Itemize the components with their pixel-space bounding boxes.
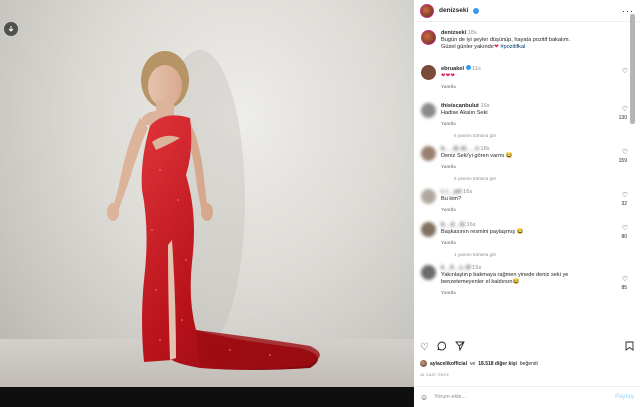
- reply-button[interactable]: Yanıtla: [441, 121, 612, 126]
- comment-avatar[interactable]: [421, 265, 436, 280]
- comment-time: 11s: [472, 66, 481, 72]
- comment-avatar[interactable]: [421, 103, 436, 118]
- comment-item: ebruakel 11s ❤❤❤ Yanıtla ♡: [414, 65, 634, 89]
- reply-button[interactable]: Yanıtla: [441, 207, 612, 212]
- like-count: 80: [621, 234, 627, 240]
- comment-username[interactable]: k__ll__c_ill: [441, 265, 471, 271]
- reply-button[interactable]: Yanıtla: [441, 164, 612, 169]
- comment-item: b__d__ki 16s Başkasının resmini paylaşmı…: [414, 222, 634, 245]
- heart-icon[interactable]: ♡: [622, 148, 628, 156]
- comment-time: 16s: [466, 222, 476, 228]
- comment-text: Bu kim?: [441, 196, 462, 202]
- caption-hashtag[interactable]: #pozitifkal: [500, 44, 525, 50]
- comment-username[interactable]: ebruakel: [441, 66, 464, 72]
- comment-text: Yakınlaştırıp bakmaya rağmen yinede deni…: [441, 272, 569, 285]
- likes-suffix: beğendi: [519, 360, 538, 367]
- bookmark-icon[interactable]: [625, 341, 634, 354]
- like-count: 85: [621, 285, 627, 291]
- caption-text2: Güzel günler yakındır: [441, 44, 495, 50]
- comment-text: Deniz Seki'yi gören varmı 😂: [441, 153, 513, 159]
- reply-button[interactable]: Yanıtla: [441, 290, 612, 295]
- comment-time: 16s: [480, 103, 490, 109]
- comment-text: Başkasının resmini paylaşmış 😂: [441, 229, 524, 235]
- download-icon[interactable]: [4, 22, 18, 36]
- likes-connector: ve: [469, 360, 476, 367]
- comments-scrollbar[interactable]: [630, 14, 635, 124]
- emoji-icon[interactable]: ☺: [420, 393, 428, 402]
- post-header: denizseki ···: [414, 0, 640, 22]
- view-replies[interactable]: 1 yanıtın tümünü gör: [414, 252, 634, 257]
- comment-text: Hadise Akalın Seki: [441, 110, 488, 116]
- post-sidebar: denizseki ··· denizseki 18s Bugün de iyi…: [414, 0, 640, 407]
- comment-item: k__ll__c_ill 15s Yakınlaştırıp bakmaya r…: [414, 265, 634, 295]
- caption-text: Bugün de iyi şeyler düşünüp, hayata pozi…: [441, 37, 571, 43]
- heart-icon[interactable]: ♡: [420, 342, 429, 353]
- view-replies[interactable]: 6 yanıtın tümünü gör: [414, 133, 634, 138]
- comment-time: 16s: [463, 189, 473, 195]
- heart-icon[interactable]: ♡: [622, 105, 628, 113]
- caption: denizseki 18s Bugün de iyi şeyler düşünü…: [414, 30, 634, 51]
- instagram-post-modal: denizseki ··· denizseki 18s Bugün de iyi…: [0, 0, 640, 407]
- liker-username[interactable]: aylacelikofficial: [430, 361, 467, 367]
- heart-emoji: ❤: [494, 44, 499, 50]
- likes-count[interactable]: 18.518 diğer kişi: [478, 361, 517, 367]
- likes-summary: aylacelikofficial ve 18.518 diğer kişi b…: [420, 360, 538, 367]
- heart-icon[interactable]: ♡: [622, 191, 628, 199]
- comment-icon[interactable]: [437, 341, 447, 354]
- comment-avatar[interactable]: [421, 146, 436, 161]
- comments-list[interactable]: denizseki 18s Bugün de iyi şeyler düşünü…: [414, 24, 634, 337]
- comment-username[interactable]: b___ki_ki___n: [441, 146, 479, 152]
- caption-avatar[interactable]: [421, 30, 436, 45]
- author-avatar[interactable]: [420, 3, 434, 18]
- post-timestamp: 18 SAAT ÖNCE: [420, 373, 450, 377]
- add-comment-bar: ☺ Paylaş: [414, 386, 640, 407]
- share-icon[interactable]: [455, 341, 465, 354]
- comment-username[interactable]: b__d__ki: [441, 222, 465, 228]
- heart-icon[interactable]: ♡: [622, 224, 628, 232]
- comment-username[interactable]: thisiscanbulut: [441, 103, 479, 109]
- comment-time: 15s: [472, 265, 482, 271]
- caption-time: 18s: [467, 30, 477, 36]
- comment-item: t_i__yel 16s Bu kim? Yanıtla ♡ 32: [414, 189, 634, 212]
- like-count: 130: [618, 115, 627, 121]
- view-replies[interactable]: 5 yanıtın tümünü gör: [414, 176, 634, 181]
- like-count: 159: [618, 158, 627, 164]
- comment-input[interactable]: [434, 394, 609, 400]
- post-comment-button[interactable]: Paylaş: [615, 394, 634, 400]
- caption-username[interactable]: denizseki: [441, 30, 466, 36]
- comment-time: 18s: [480, 146, 490, 152]
- heart-icon[interactable]: ♡: [622, 275, 628, 283]
- verified-icon: [473, 7, 480, 14]
- author-username[interactable]: denizseki: [439, 7, 468, 14]
- comment-username[interactable]: t_i__yel: [441, 189, 462, 195]
- heart-icon[interactable]: ♡: [622, 67, 628, 75]
- action-bar: ♡: [414, 339, 640, 355]
- reply-button[interactable]: Yanıtla: [441, 240, 612, 245]
- comment-avatar[interactable]: [421, 65, 436, 80]
- woman-in-red-dress-image: [107, 50, 320, 370]
- liker-avatar[interactable]: [420, 360, 427, 367]
- verified-icon: [465, 65, 471, 70]
- comment-item: b___ki_ki___n 18s Deniz Seki'yi gören va…: [414, 146, 634, 169]
- comment-text: ❤❤❤: [441, 73, 456, 79]
- comment-avatar[interactable]: [421, 189, 436, 204]
- comment-item: thisiscanbulut 16s Hadise Akalın Seki Ya…: [414, 103, 634, 126]
- like-count: 32: [621, 201, 627, 207]
- reply-button[interactable]: Yanıtla: [441, 84, 612, 89]
- post-photo[interactable]: [0, 0, 414, 387]
- comment-avatar[interactable]: [421, 222, 436, 237]
